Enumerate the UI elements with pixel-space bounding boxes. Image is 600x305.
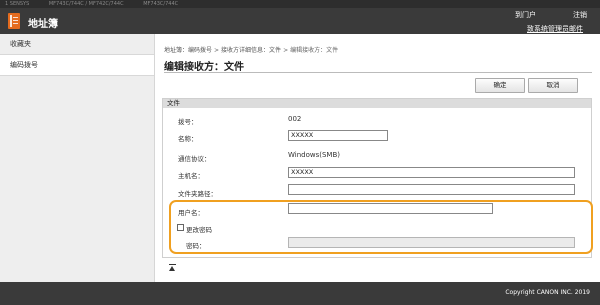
back-to-top-icon[interactable]	[168, 264, 177, 273]
copyright-text: Copyright CANON INC. 2019	[505, 289, 590, 296]
sidebar: 收藏夹 编码拨号	[0, 34, 155, 282]
footer: Copyright CANON INC. 2019	[0, 282, 600, 305]
top-breadcrumb-strip: 1 SENSYS MF743C/744C / MF742C/744C MF743…	[0, 0, 600, 8]
host-label: 主机名：	[178, 172, 204, 180]
breadcrumb: 地址簿：编码拨号 > 接收方详细信息：文件 > 编辑接收方：文件	[164, 45, 338, 54]
protocol-value: Windows(SMB)	[288, 151, 340, 159]
top-crumb-3: MF743C/744C	[143, 1, 179, 7]
sidebar-item-favorites[interactable]: 收藏夹	[0, 34, 154, 55]
breadcrumb-separator: >	[214, 47, 220, 54]
top-crumb-1: 1 SENSYS	[5, 1, 30, 7]
page-title: 编辑接收方：文件	[164, 62, 244, 73]
username-label: 用户名：	[178, 209, 204, 217]
folder-path-field[interactable]	[288, 184, 575, 195]
title-divider	[164, 72, 592, 73]
main-content: 地址簿：编码拨号 > 接收方详细信息：文件 > 编辑接收方：文件 编辑接收方：文件 确定…	[155, 34, 600, 282]
back-to-top-bar	[169, 264, 176, 265]
protocol-label: 通信协议：	[178, 155, 211, 163]
sidebar-item-coded-dial[interactable]: 编码拨号	[0, 55, 154, 76]
breadcrumb-addressbook[interactable]: 地址簿：编码拨号	[164, 47, 212, 54]
top-crumb-2: MF743C/744C / MF742C/744C	[48, 1, 124, 7]
address-book-icon	[8, 13, 20, 29]
section-title: 文件	[163, 99, 591, 108]
app-header: 地址簿 到门户 注销 致系统管理员邮件	[0, 8, 600, 34]
back-to-top-triangle	[169, 266, 175, 271]
portal-link[interactable]: 到门户	[515, 10, 536, 20]
cancel-button[interactable]: 取消	[528, 78, 578, 93]
breadcrumb-recipient-details[interactable]: 接收方详细信息：文件	[221, 47, 281, 54]
change-password-label[interactable]: 更改密码	[186, 224, 212, 234]
host-field[interactable]: XXXXX	[288, 167, 575, 178]
change-password-checkbox[interactable]	[177, 224, 184, 231]
number-label: 拨号：	[178, 118, 198, 126]
breadcrumb-separator: >	[283, 47, 289, 54]
name-field[interactable]: XXXXX	[288, 130, 388, 141]
password-field[interactable]	[288, 237, 575, 248]
breadcrumb-current: 编辑接收方：文件	[290, 47, 339, 54]
logout-link[interactable]: 注销	[573, 10, 587, 20]
folder-path-label: 文件夹路径：	[178, 190, 217, 198]
name-label: 名称：	[178, 135, 198, 143]
app-title: 地址簿	[28, 19, 58, 30]
password-label: 密码：	[186, 242, 206, 250]
number-value: 002	[288, 115, 302, 123]
admin-mail-link[interactable]: 致系统管理员邮件	[527, 24, 583, 34]
username-field[interactable]	[288, 203, 493, 214]
ok-button[interactable]: 确定	[475, 78, 525, 93]
